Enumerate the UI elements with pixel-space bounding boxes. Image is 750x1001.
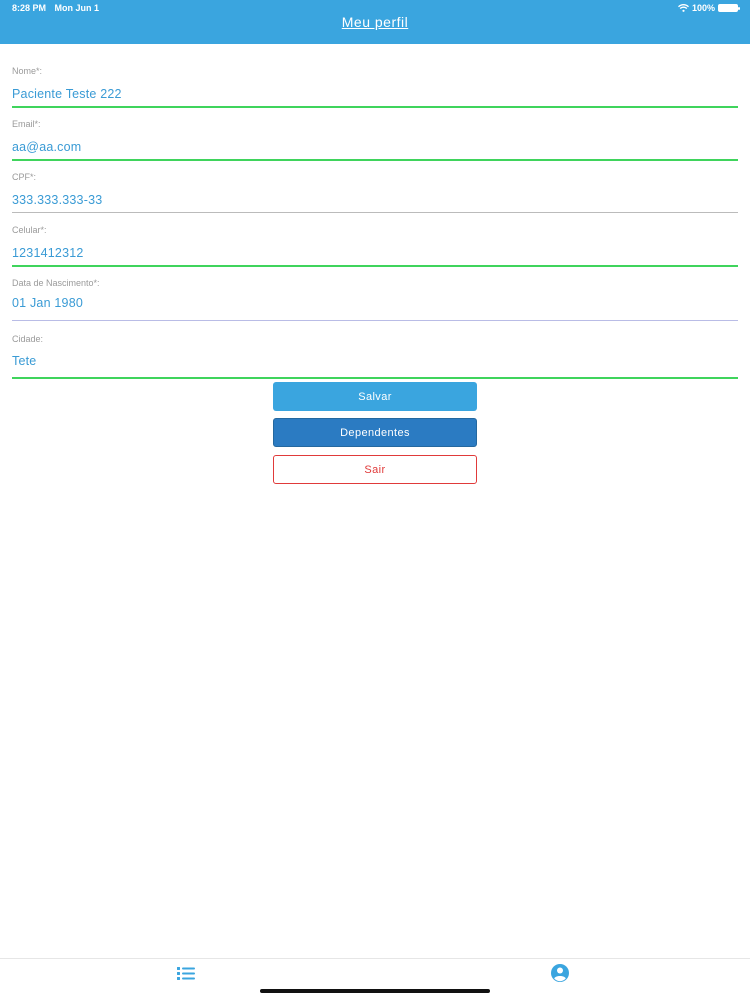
tab-list[interactable]: [176, 963, 196, 983]
profile-icon: [551, 964, 569, 982]
email-label: Email*:: [12, 119, 41, 129]
profile-form: Nome*: Paciente Teste 222 Email*: aa@aa.…: [12, 58, 738, 379]
name-input[interactable]: Paciente Teste 222: [12, 87, 122, 101]
phone-input[interactable]: 1231412312: [12, 246, 84, 260]
name-label: Nome*:: [12, 66, 43, 76]
cpf-label: CPF*:: [12, 172, 37, 182]
name-field[interactable]: Nome*: Paciente Teste 222: [12, 58, 738, 111]
cpf-input[interactable]: 333.333.333-33: [12, 193, 102, 207]
city-field[interactable]: Cidade: Tete: [12, 326, 738, 379]
phone-field[interactable]: Celular*: 1231412312: [12, 217, 738, 270]
name-underline: [12, 106, 738, 108]
city-label: Cidade:: [12, 334, 44, 344]
birthdate-underline: [12, 320, 738, 321]
phone-label: Celular*:: [12, 225, 47, 235]
birthdate-label: Data de Nascimento*:: [12, 278, 100, 288]
tab-profile[interactable]: [550, 963, 570, 983]
battery-icon: [718, 4, 740, 12]
battery-percent: 100%: [691, 3, 715, 13]
city-input[interactable]: Tete: [12, 354, 36, 368]
header-bar: 8:28 PM Mon Jun 1 100% Meu perfil: [0, 0, 750, 44]
birthdate-field[interactable]: Data de Nascimento*: 01 Jan 1980: [12, 270, 738, 326]
email-field[interactable]: Email*: aa@aa.com: [12, 111, 738, 164]
save-button[interactable]: Salvar: [273, 382, 477, 411]
page-title: Meu perfil: [341, 14, 409, 30]
phone-underline: [12, 265, 738, 267]
status-date: Mon Jun 1: [54, 3, 100, 13]
email-input[interactable]: aa@aa.com: [12, 140, 81, 154]
birthdate-input[interactable]: 01 Jan 1980: [12, 296, 83, 310]
tab-bar: [0, 958, 750, 1001]
home-indicator: [260, 989, 490, 993]
exit-button[interactable]: Sair: [273, 455, 477, 484]
city-underline: [12, 377, 738, 379]
wifi-icon: [678, 4, 689, 12]
email-underline: [12, 159, 738, 161]
cpf-underline: [12, 212, 738, 213]
status-time: 8:28 PM Mon Jun 1: [12, 3, 99, 13]
status-time-text: 8:28 PM: [12, 3, 47, 13]
list-icon: [177, 967, 195, 980]
status-right: 100%: [678, 3, 740, 13]
cpf-field[interactable]: CPF*: 333.333.333-33: [12, 164, 738, 217]
dependents-button[interactable]: Dependentes: [273, 418, 477, 447]
